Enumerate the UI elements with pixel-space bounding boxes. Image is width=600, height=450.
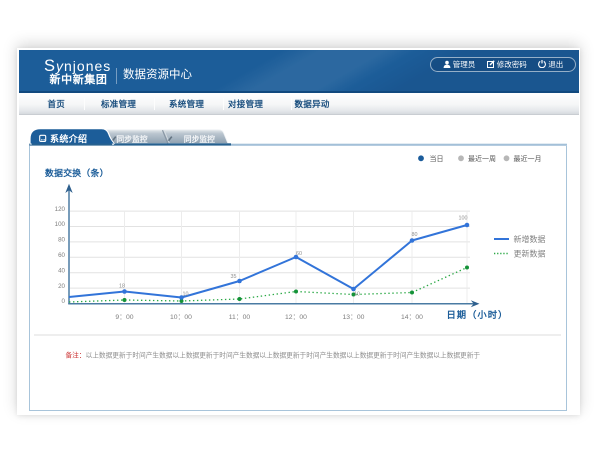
svg-text:100: 100 [459,216,468,222]
svg-text:数据交换（条）: 数据交换（条） [44,167,109,178]
svg-text:40: 40 [58,267,65,274]
svg-text:备注：以上数据更新于时间产生数据以上数据更新于时间产生数据以: 备注：以上数据更新于时间产生数据以上数据更新于时间产生数据以上数据更新于时间产生… [66,351,481,360]
svg-text:35: 35 [231,274,237,280]
svg-text:更新数据: 更新数据 [514,249,546,259]
svg-text:100: 100 [55,221,66,228]
svg-text:20: 20 [58,283,65,290]
svg-text:60: 60 [58,252,65,259]
svg-text:60: 60 [296,251,302,257]
svg-text:80: 80 [412,232,418,238]
svg-text:日期（小时）: 日期（小时） [447,309,509,320]
svg-text:13：00: 13：00 [343,314,365,321]
svg-text:120: 120 [55,206,66,213]
svg-text:10: 10 [183,292,189,298]
svg-text:新增数据: 新增数据 [514,234,546,244]
svg-text:10：00: 10：00 [170,314,192,321]
svg-text:0: 0 [62,298,66,305]
svg-text:12：00: 12：00 [285,314,307,321]
svg-text:80: 80 [58,237,65,244]
svg-text:14：00: 14：00 [401,314,423,321]
svg-text:当日: 当日 [430,154,444,163]
svg-text:最近一周: 最近一周 [468,154,496,163]
svg-text:9：00: 9：00 [115,314,133,321]
svg-text:最近一月: 最近一月 [514,154,542,163]
svg-text:18: 18 [119,284,125,290]
svg-text:11：00: 11：00 [229,314,251,321]
svg-text:10: 10 [354,292,360,298]
